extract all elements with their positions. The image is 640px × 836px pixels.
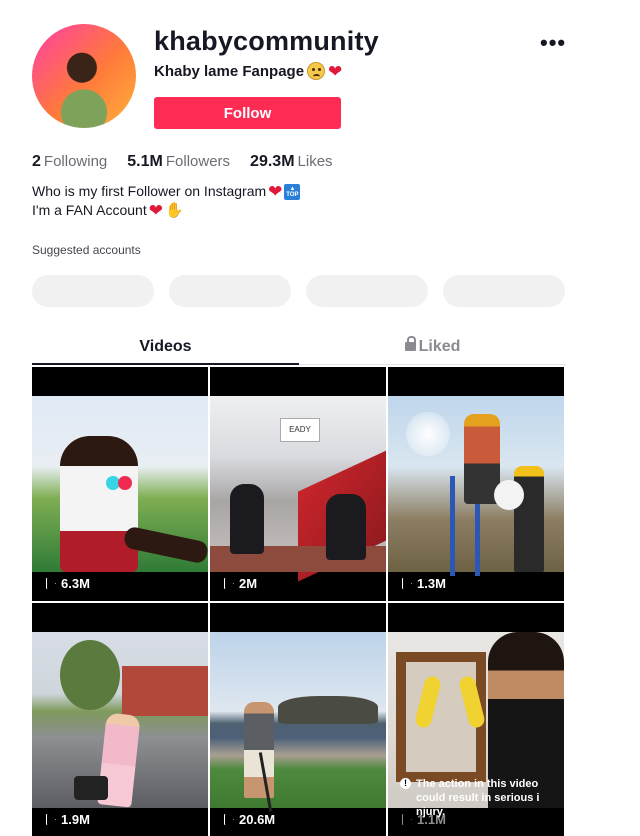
profile-nickname-text: Khaby lame Fanpage xyxy=(154,62,305,80)
follow-button[interactable]: Follow xyxy=(154,97,341,129)
video-views-count: 20.6M xyxy=(239,812,276,827)
stat-followers[interactable]: 5.1M Followers xyxy=(127,153,230,171)
profile-username: khabycommunity xyxy=(154,26,379,56)
suggested-accounts-title: Suggested accounts xyxy=(32,243,141,257)
stat-followers-label: Followers xyxy=(165,153,231,170)
video-thumbnail: EADY xyxy=(210,396,386,582)
suggested-account-placeholder[interactable] xyxy=(443,275,565,307)
tab-liked-label: Liked xyxy=(418,338,461,355)
video-tile[interactable]: ! The action in this video could result … xyxy=(388,603,564,836)
video-views: 1.3M xyxy=(402,576,446,591)
bio-line-1: Who is my first Follower on Instagram ❤ … xyxy=(32,182,301,201)
warning-icon: ! xyxy=(400,778,411,789)
video-tile[interactable]: EADY 2M xyxy=(210,367,386,601)
video-views: 20.6M xyxy=(224,812,275,827)
video-views-count: 2M xyxy=(239,576,258,591)
video-tile[interactable]: 6.3M xyxy=(32,367,208,601)
play-icon xyxy=(46,578,56,589)
tab-active-indicator xyxy=(32,363,299,365)
video-views: 2M xyxy=(224,576,257,591)
profile-nickname: Khaby lame Fanpage ❤ xyxy=(154,62,342,80)
video-grid: 6.3M EADY 2M 1.3M 1.9M 20.6M ! The actio… xyxy=(32,367,564,836)
video-views-count: 1.9M xyxy=(61,812,90,827)
profile-bio: Who is my first Follower on Instagram ❤ … xyxy=(32,182,301,220)
tab-videos[interactable]: Videos xyxy=(32,338,299,356)
video-tile[interactable]: 20.6M xyxy=(210,603,386,836)
play-icon xyxy=(224,814,234,825)
video-views: 6.3M xyxy=(46,576,90,591)
top-badge-text: TOP xyxy=(286,191,299,198)
video-views-count: 1.3M xyxy=(417,576,446,591)
video-tile[interactable]: 1.3M xyxy=(388,367,564,601)
profile-tabs: Videos Liked xyxy=(32,333,566,365)
profile-avatar xyxy=(32,24,136,128)
video-views-count: 6.3M xyxy=(61,576,90,591)
suggested-account-placeholder[interactable] xyxy=(169,275,291,307)
bio-line-2: I'm a FAN Account ❤ ✋ xyxy=(32,201,300,220)
play-icon xyxy=(224,578,234,589)
bio-line-2-text: I'm a FAN Account xyxy=(32,202,147,218)
video-thumbnail xyxy=(210,632,386,812)
tab-liked[interactable]: Liked xyxy=(299,336,566,356)
stat-likes-count: 29.3M xyxy=(250,153,295,170)
stat-following[interactable]: 2 Following xyxy=(32,153,107,171)
store-sign: EADY xyxy=(280,418,320,442)
heart-icon: ❤ xyxy=(268,182,283,201)
worried-face-icon xyxy=(307,62,326,80)
top-arrow-icon: ▲ TOP xyxy=(284,183,301,200)
video-thumbnail xyxy=(32,396,208,572)
video-thumbnail xyxy=(388,396,564,576)
heart-icon: ❤ xyxy=(148,201,163,220)
play-icon xyxy=(402,814,412,825)
bio-line-1-text: Who is my first Follower on Instagram xyxy=(32,183,267,199)
stat-likes-label: Likes xyxy=(297,153,333,170)
flexed-biceps-icon: ✋ xyxy=(164,202,184,219)
stat-following-count: 2 xyxy=(32,153,41,170)
heart-icon: ❤ xyxy=(328,61,343,81)
profile-stats: 2 Following 5.1M Followers 29.3M Likes xyxy=(32,153,333,171)
play-icon xyxy=(46,814,56,825)
play-icon xyxy=(402,578,412,589)
stat-following-label: Following xyxy=(43,153,108,170)
video-views: 1.1M xyxy=(402,812,446,827)
suggested-account-placeholder[interactable] xyxy=(306,275,428,307)
lock-icon xyxy=(404,336,416,351)
stat-likes: 29.3M Likes xyxy=(250,153,333,171)
video-tile[interactable]: 1.9M xyxy=(32,603,208,836)
video-views-count: 1.1M xyxy=(417,812,446,827)
video-thumbnail xyxy=(32,632,208,808)
suggested-account-placeholder[interactable] xyxy=(32,275,154,307)
suggested-accounts-list xyxy=(32,275,565,307)
more-options-icon[interactable]: ••• xyxy=(540,30,566,56)
video-views: 1.9M xyxy=(46,812,90,827)
stat-followers-count: 5.1M xyxy=(127,153,163,170)
